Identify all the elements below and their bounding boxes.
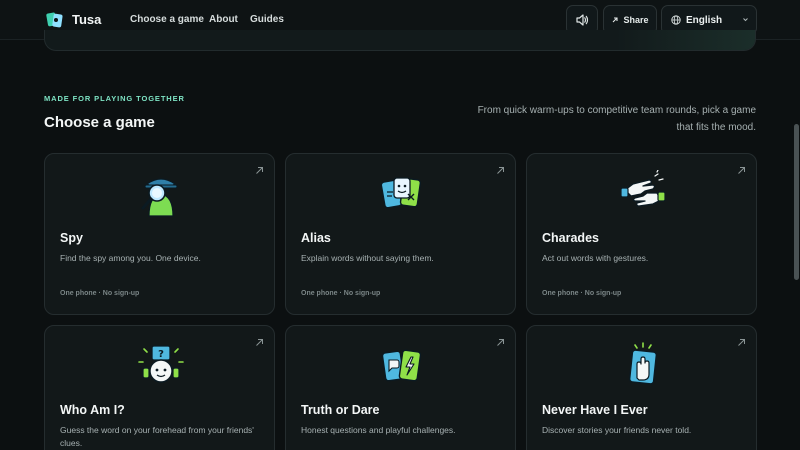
alias-cards-icon <box>380 177 422 209</box>
game-card-charades[interactable]: Charades Act out words with gestures. On… <box>526 153 757 315</box>
nav-choose-a-game[interactable]: Choose a game <box>130 14 204 25</box>
hero-glow <box>615 30 755 50</box>
arrow-up-right-icon <box>738 339 745 346</box>
section-description: From quick warm-ups to competitive team … <box>477 105 756 133</box>
game-title: Never Have I Ever <box>542 403 648 417</box>
game-description: Act out words with gestures. <box>542 253 649 263</box>
arrow-up-right-icon <box>256 167 263 174</box>
game-card-who-am-i[interactable]: ? Who Am I? Guess the word on your foreh… <box>44 325 275 450</box>
arrow-up-right-icon <box>738 167 745 174</box>
section-title: Choose a game <box>44 114 155 131</box>
globe-icon <box>671 15 681 25</box>
game-meta: One phone · No sign-up <box>60 290 140 297</box>
game-description: Guess the word on your forehead from you… <box>60 425 254 448</box>
svg-text:?: ? <box>158 349 164 360</box>
game-card-truth-or-dare[interactable]: Truth or Dare Honest questions and playf… <box>285 325 516 450</box>
hero-panel-bottom <box>44 30 756 51</box>
game-meta: One phone · No sign-up <box>301 290 381 297</box>
game-title: Truth or Dare <box>301 403 380 417</box>
game-description: Find the spy among you. One device. <box>60 253 201 263</box>
speaker-icon <box>576 14 589 26</box>
game-description: Explain words without saying them. <box>301 253 434 263</box>
truth-or-dare-cards-icon <box>381 349 422 382</box>
game-title: Spy <box>60 231 83 245</box>
never-have-i-ever-icon <box>628 342 658 385</box>
scrollbar-thumb[interactable] <box>794 124 799 280</box>
section-eyebrow: MADE FOR PLAYING TOGETHER <box>44 94 185 103</box>
chevron-down-icon <box>743 18 748 22</box>
game-card-alias[interactable]: Alias Explain words without saying them.… <box>285 153 516 315</box>
game-card-spy[interactable]: Spy Find the spy among you. One device. … <box>44 153 275 315</box>
share-label: Share <box>623 15 649 25</box>
who-am-i-icon: ? <box>138 345 184 383</box>
brand-name[interactable]: Tusa <box>72 12 101 27</box>
game-title: Charades <box>542 231 599 245</box>
spy-icon <box>141 178 178 217</box>
arrow-up-right-icon <box>613 17 619 23</box>
game-meta: One phone · No sign-up <box>542 290 622 297</box>
arrow-up-right-icon <box>256 339 263 346</box>
game-description: Honest questions and playful challenges. <box>301 425 456 435</box>
game-card-never-have-i-ever[interactable]: Never Have I Ever Discover stories your … <box>526 325 757 450</box>
nav-guides[interactable]: Guides <box>250 14 284 25</box>
game-title: Who Am I? <box>60 403 125 417</box>
arrow-up-right-icon <box>497 167 504 174</box>
game-title: Alias <box>301 231 331 245</box>
arrow-up-right-icon <box>497 339 504 346</box>
game-description: Discover stories your friends never told… <box>542 425 692 435</box>
charades-hands-icon <box>620 170 666 207</box>
tusa-logo-icon[interactable] <box>46 10 64 30</box>
language-label: English <box>686 15 723 26</box>
nav-about[interactable]: About <box>209 14 238 25</box>
